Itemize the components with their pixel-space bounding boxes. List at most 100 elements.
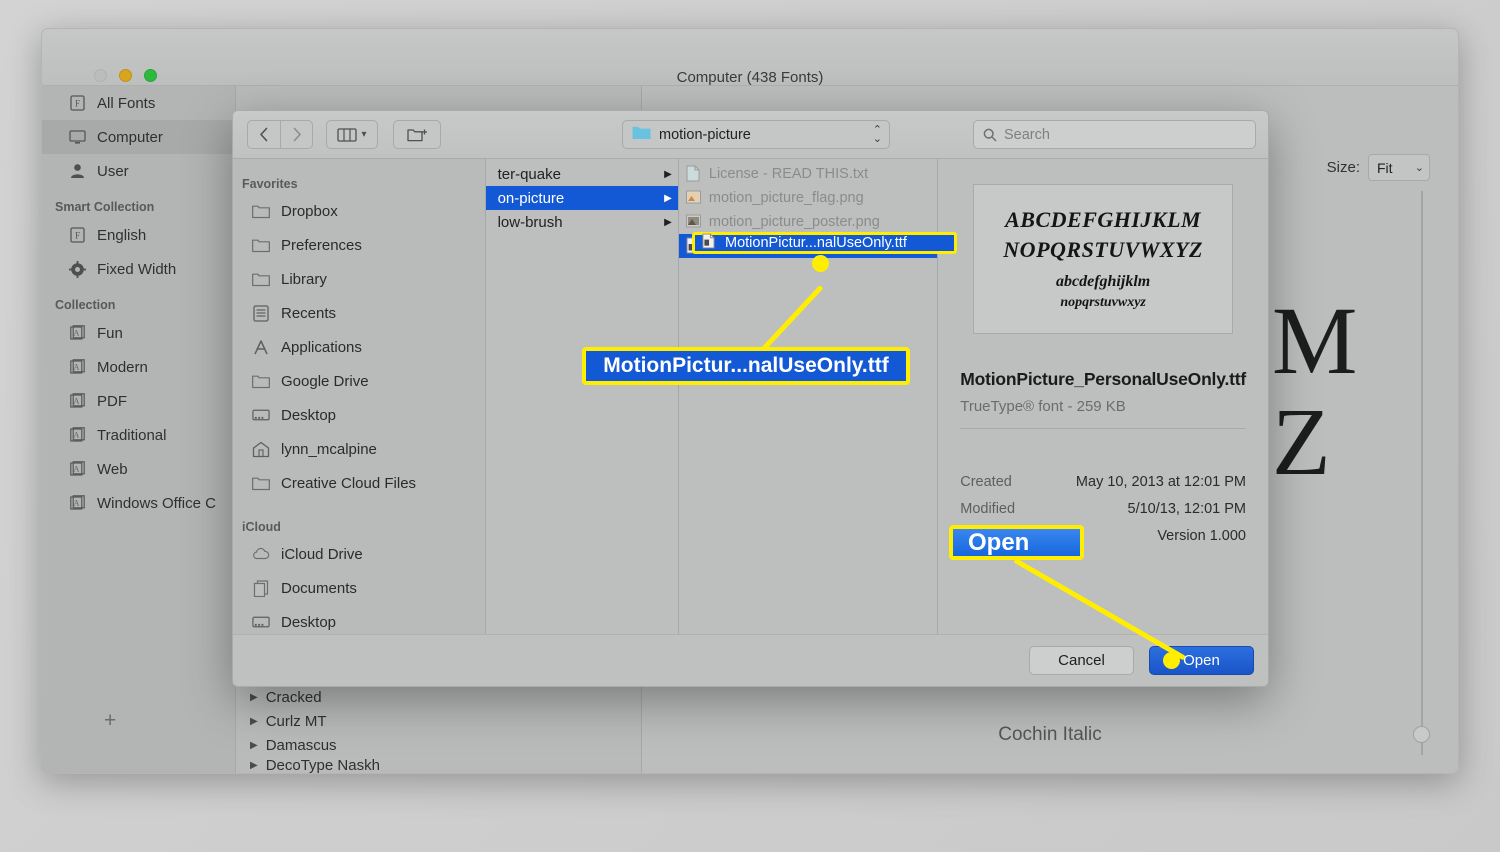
sidebar-item-fixed-width[interactable]: Fixed Width xyxy=(42,252,235,286)
sidebar-item-computer[interactable]: Computer xyxy=(42,120,235,154)
folder-icon xyxy=(252,236,270,254)
font-list-item[interactable]: ▶ Damascus xyxy=(236,733,641,757)
annotation-file-row-label: MotionPictur...nalUseOnly.ttf xyxy=(725,235,907,251)
directory-item-label: low-brush xyxy=(497,213,563,231)
sidebar-item-label: Applications xyxy=(281,338,362,356)
dialog-toolbar: ▾ motion-picture ⌃ ⌄ Search xyxy=(233,111,1268,159)
directory-item-low-brush[interactable]: low-brush ▶ xyxy=(486,210,678,234)
size-dropdown[interactable]: Fit ⌄ xyxy=(1368,154,1430,181)
add-collection-button[interactable]: + xyxy=(104,709,116,733)
column-view-icon[interactable]: ▾ xyxy=(326,120,378,149)
open-file-dialog: ▾ motion-picture ⌃ ⌄ Search Favorites Dr… xyxy=(232,110,1269,687)
sidebar-header-collection: Collection xyxy=(55,298,116,312)
chevron-right-icon: ▶ xyxy=(664,192,672,204)
file-detail-kind: TrueType® font - 259 KB xyxy=(960,397,1126,415)
disclosure-triangle-icon[interactable]: ▶ xyxy=(250,760,258,771)
path-dropdown[interactable]: motion-picture ⌃ ⌄ xyxy=(622,120,890,149)
file-detail-name: MotionPicture_PersonalUseOnly.ttf xyxy=(960,369,1246,389)
forward-icon[interactable] xyxy=(280,120,313,149)
font-list-item[interactable]: ▶ Curlz MT xyxy=(236,709,641,733)
font-collection-icon: F xyxy=(68,94,86,112)
new-folder-icon[interactable] xyxy=(393,120,441,149)
sidebar-item-desktop[interactable]: Desktop xyxy=(233,398,485,432)
sidebar-item-label: Traditional xyxy=(97,426,167,444)
directory-item-on-picture[interactable]: on-picture ▶ xyxy=(485,186,678,210)
image-file-icon xyxy=(685,189,702,207)
sidebar-item-icloud-drive[interactable]: iCloud Drive xyxy=(233,537,485,571)
sidebar-item-label: Modern xyxy=(97,358,148,376)
disclosure-triangle-icon[interactable]: ▶ xyxy=(250,716,258,727)
font-list-item[interactable]: ▶ DecoType Naskh xyxy=(236,757,641,773)
sidebar-item-label: Preferences xyxy=(281,236,362,254)
file-detail-created-row: Created May 10, 2013 at 12:01 PM xyxy=(960,474,1246,490)
sidebar-item-windows-office[interactable]: A Windows Office C xyxy=(42,486,235,520)
file-item-poster-png[interactable]: motion_picture_poster.png xyxy=(679,210,937,234)
sidebar-item-pdf[interactable]: A PDF xyxy=(42,384,235,418)
sidebar-item-dropbox[interactable]: Dropbox xyxy=(233,194,485,228)
font-sample-line-2: NOPQRSTUVWXYZ xyxy=(1003,237,1203,262)
file-item-license[interactable]: License - READ THIS.txt xyxy=(679,162,937,186)
sidebar-item-label: Computer xyxy=(97,128,163,146)
size-slider-track[interactable] xyxy=(1421,191,1423,755)
sidebar-item-label: iCloud Drive xyxy=(281,545,363,563)
cloud-icon xyxy=(252,545,270,563)
disclosure-triangle-icon[interactable]: ▶ xyxy=(250,692,258,703)
dialog-body: Favorites Dropbox Preferences Library Re… xyxy=(233,159,1268,634)
sidebar-item-applications[interactable]: Applications xyxy=(233,330,485,364)
sidebar-item-all-fonts[interactable]: F All Fonts xyxy=(42,86,235,120)
sidebar-item-fun[interactable]: A Fun xyxy=(42,316,235,350)
sidebar-item-traditional[interactable]: A Traditional xyxy=(42,418,235,452)
font-sample-line-4: nopqrstuvwxyz xyxy=(1060,295,1146,310)
sidebar-item-english[interactable]: F English xyxy=(42,218,235,252)
svg-text:A: A xyxy=(73,363,79,372)
sidebar-item-creative-cloud-files[interactable]: Creative Cloud Files xyxy=(233,466,485,500)
image-file-icon xyxy=(685,213,702,231)
file-item-label: motion_picture_flag.png xyxy=(708,190,864,206)
sidebar-item-recents[interactable]: Recents xyxy=(233,296,485,330)
font-sample-preview: ABCDEFGHIJKLM NOPQRSTUVWXYZ abcdefghijkl… xyxy=(973,184,1234,334)
svg-text:A: A xyxy=(73,397,79,406)
sidebar-item-web[interactable]: A Web xyxy=(42,452,235,486)
chevron-right-icon: ▶ xyxy=(664,168,672,180)
directory-item-label: ter-quake xyxy=(497,165,561,183)
font-collection-icon: F xyxy=(68,226,86,244)
font-list-item[interactable]: ▶ Cracked xyxy=(236,685,641,709)
directory-column: ter-quake ▶ on-picture ▶ low-brush ▶ xyxy=(485,159,679,634)
folder-icon xyxy=(252,270,270,288)
sidebar-item-user[interactable]: User xyxy=(42,154,235,188)
annotation-open-link-highlight[interactable]: Open xyxy=(949,525,1084,560)
meta-value: 5/10/13, 12:01 PM xyxy=(1127,500,1247,517)
user-icon xyxy=(68,162,86,180)
font-sample-line-1: ABCDEFGHIJKLM xyxy=(1005,207,1202,232)
dialog-search-field[interactable]: Search xyxy=(973,120,1256,149)
disclosure-triangle-icon[interactable]: ▶ xyxy=(250,740,258,751)
preview-glyphs-top: MZ xyxy=(1272,287,1360,495)
dialog-footer: Cancel Open xyxy=(233,634,1268,686)
sidebar-item-label: Recents xyxy=(281,304,337,322)
preview-size-control[interactable]: Size: Fit ⌄ xyxy=(1327,154,1430,181)
collection-icon: A xyxy=(68,392,86,410)
text-file-icon xyxy=(686,165,702,183)
file-item-flag-png[interactable]: motion_picture_flag.png xyxy=(679,186,937,210)
file-detail-column: ABCDEFGHIJKLM NOPQRSTUVWXYZ abcdefghijkl… xyxy=(938,159,1268,634)
sidebar-header-smart-collection: Smart Collection xyxy=(55,200,155,214)
sidebar-item-preferences[interactable]: Preferences xyxy=(233,228,485,262)
chevron-down-icon: ⌄ xyxy=(1414,162,1424,174)
font-book-titlebar: Computer (438 Fonts) xyxy=(42,29,1458,86)
sidebar-item-desktop-icloud[interactable]: Desktop xyxy=(233,605,485,634)
meta-value: May 10, 2013 at 12:01 PM xyxy=(1075,473,1246,490)
desktop-icon xyxy=(252,613,270,631)
file-detail-modified-row: Modified 5/10/13, 12:01 PM xyxy=(960,501,1246,517)
sidebar-item-google-drive[interactable]: Google Drive xyxy=(233,364,485,398)
sidebar-item-label: Google Drive xyxy=(281,372,369,390)
sidebar-item-home[interactable]: lynn_mcalpine xyxy=(233,432,485,466)
sidebar-item-documents[interactable]: Documents xyxy=(233,571,485,605)
cancel-button[interactable]: Cancel xyxy=(1029,646,1134,675)
recents-icon xyxy=(252,304,270,322)
directory-item-ter-quake[interactable]: ter-quake ▶ xyxy=(486,162,678,186)
sidebar-item-modern[interactable]: A Modern xyxy=(42,350,235,384)
annotation-file-row-highlight: MotionPictur...nalUseOnly.ttf xyxy=(692,232,957,254)
back-icon[interactable] xyxy=(247,120,280,149)
folder-icon xyxy=(252,372,270,390)
sidebar-item-library[interactable]: Library xyxy=(233,262,485,296)
